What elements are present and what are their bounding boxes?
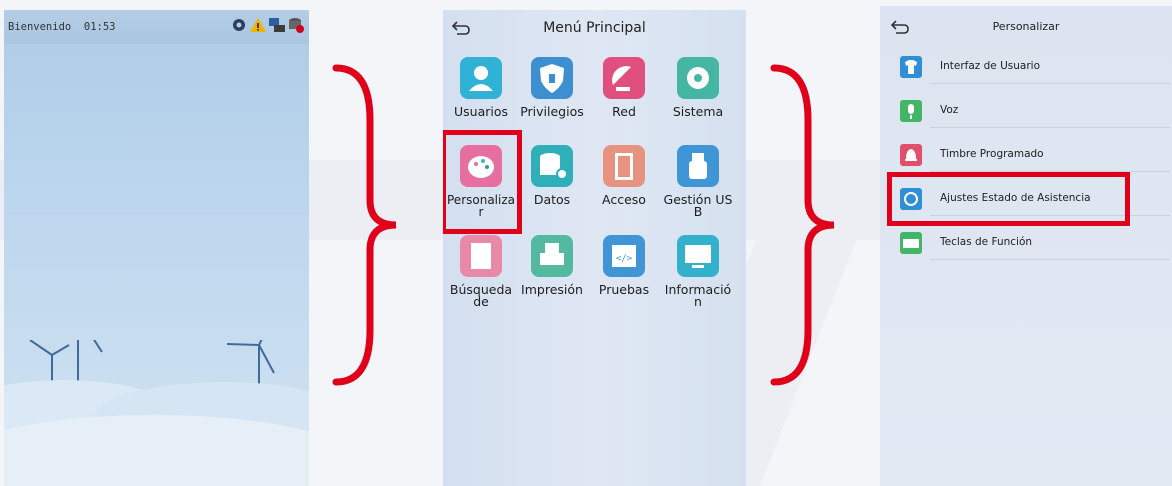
welcome-text: Bienvenido 01:53 bbox=[8, 21, 116, 33]
highlight-personalizar bbox=[443, 130, 522, 234]
database-icon bbox=[531, 145, 573, 187]
menu-item-interfaz-usuario[interactable]: Interfaz de Usuario bbox=[900, 48, 1170, 84]
wind-turbines-wallpaper bbox=[4, 340, 309, 486]
main-menu-screen: Menú Principal Usuarios Privilegios Red … bbox=[443, 10, 746, 486]
shield-icon bbox=[531, 57, 573, 99]
home-screen: Bienvenido 01:53 bbox=[4, 10, 309, 486]
menu-tile-pruebas[interactable]: </> Pruebas bbox=[588, 235, 660, 296]
warning-icon bbox=[249, 16, 267, 34]
database-icon bbox=[287, 16, 305, 34]
network-icon bbox=[268, 16, 286, 34]
menu-item-teclas-funcion[interactable]: Teclas de Función bbox=[900, 224, 1170, 260]
shirt-icon bbox=[900, 56, 922, 78]
bell-icon bbox=[900, 144, 922, 166]
gear-icon bbox=[230, 16, 248, 34]
menu-tile-sistema[interactable]: Sistema bbox=[662, 57, 734, 118]
menu-tile-usuarios[interactable]: Usuarios bbox=[445, 57, 517, 118]
menu-tile-privilegios[interactable]: Privilegios bbox=[516, 57, 588, 118]
highlight-ajustes-estado-asistencia bbox=[887, 172, 1130, 226]
menu-tile-gestion-usb[interactable]: Gestión USB bbox=[662, 145, 734, 218]
monitor-icon bbox=[677, 235, 719, 277]
menu-item-voz[interactable]: Voz bbox=[900, 92, 1170, 128]
page-title: Menú Principal bbox=[543, 20, 646, 36]
code-window-icon: </> bbox=[603, 235, 645, 277]
menu-tile-impresion[interactable]: Impresión bbox=[516, 235, 588, 296]
printer-icon bbox=[531, 235, 573, 277]
door-icon bbox=[603, 145, 645, 187]
microphone-icon bbox=[900, 100, 922, 122]
clock: 01:53 bbox=[83, 21, 116, 33]
personalizar-screen: Personalizar Interfaz de Usuario Voz Tim… bbox=[880, 6, 1172, 486]
page-title: Personalizar bbox=[992, 20, 1060, 33]
menu-tile-busqueda[interactable]: Búsqueda de bbox=[445, 235, 517, 308]
keyboard-icon bbox=[900, 232, 922, 254]
gear-icon bbox=[677, 57, 719, 99]
satellite-dish-icon bbox=[603, 57, 645, 99]
divider bbox=[930, 259, 1170, 260]
header: Menú Principal bbox=[443, 10, 746, 46]
menu-tile-datos[interactable]: Datos bbox=[516, 145, 588, 206]
menu-item-timbre-programado[interactable]: Timbre Programado bbox=[900, 136, 1170, 172]
divider bbox=[930, 127, 1170, 128]
right-brace-2 bbox=[770, 64, 835, 386]
menu-tile-red[interactable]: Red bbox=[588, 57, 660, 118]
menu-tile-acceso[interactable]: Acceso bbox=[588, 145, 660, 206]
document-search-icon bbox=[460, 235, 502, 277]
user-icon bbox=[460, 57, 502, 99]
svg-text:</>: </> bbox=[616, 254, 633, 264]
right-brace-1 bbox=[332, 64, 397, 386]
menu-tile-informacion[interactable]: Información bbox=[662, 235, 734, 308]
divider bbox=[930, 83, 1170, 84]
status-bar: Bienvenido 01:53 bbox=[4, 10, 309, 44]
usb-icon bbox=[677, 145, 719, 187]
